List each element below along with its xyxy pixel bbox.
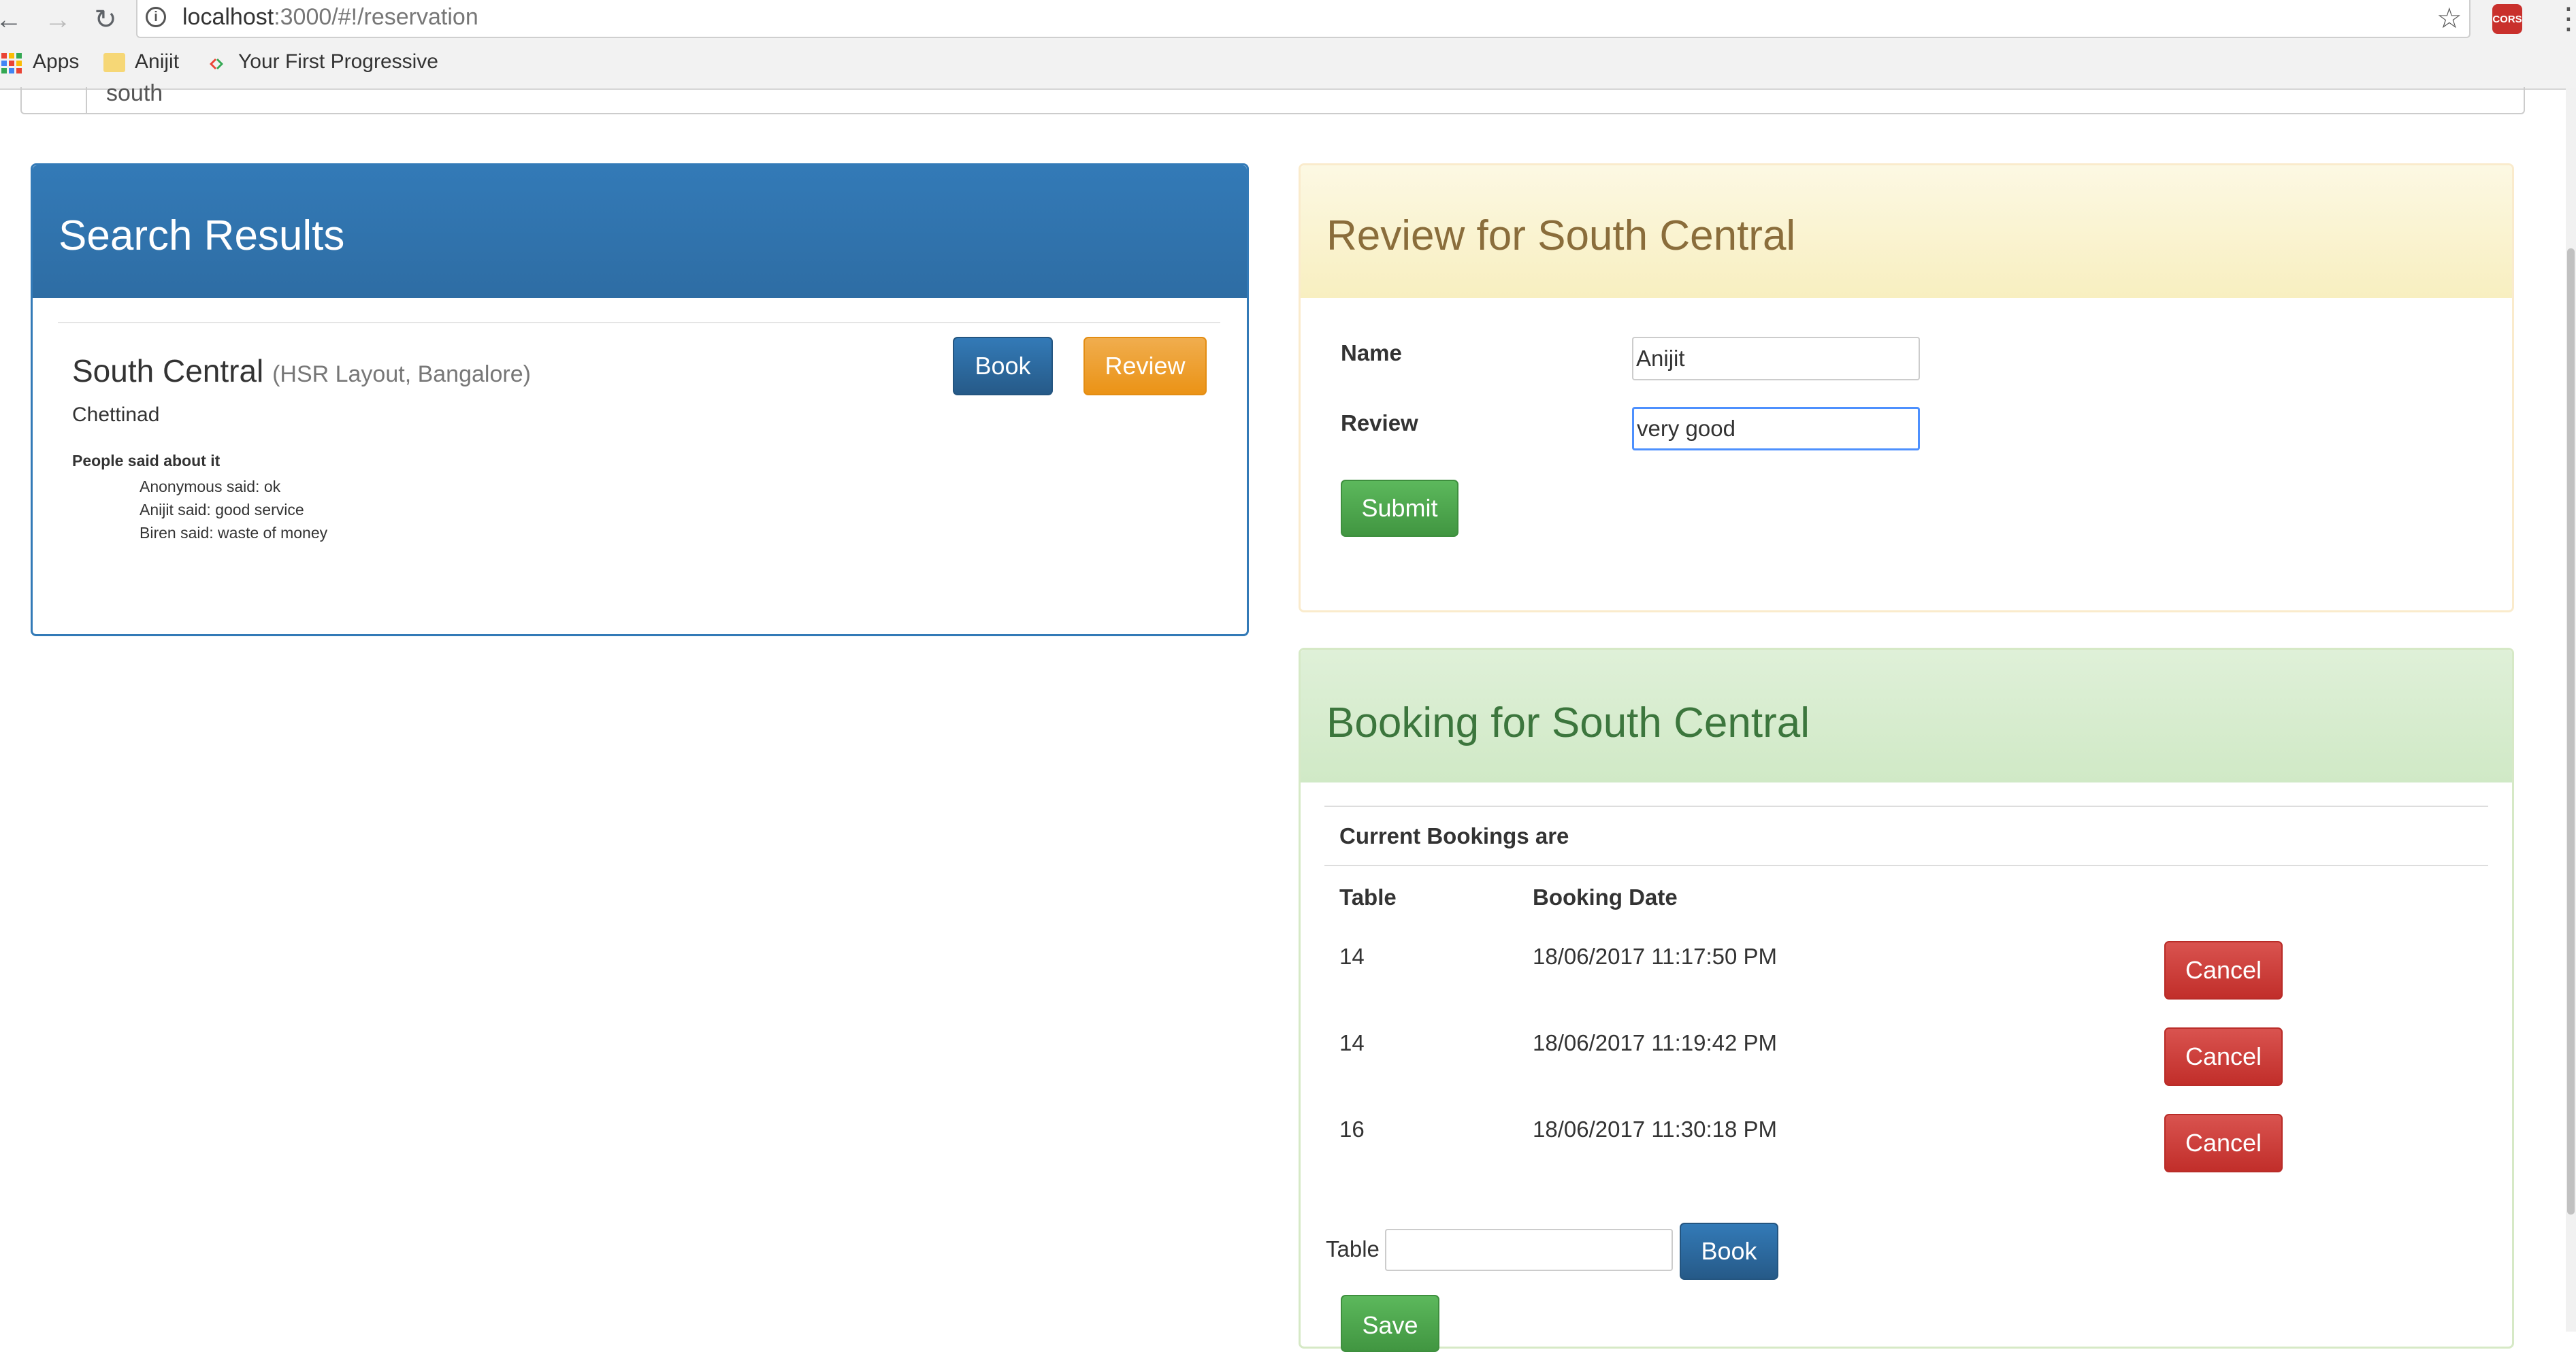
- book-button[interactable]: Book: [953, 337, 1053, 395]
- booking-date-cell: 18/06/2017 11:30:18 PM: [1533, 1117, 1778, 1142]
- apps-icon[interactable]: [1, 53, 22, 73]
- review-button[interactable]: Review: [1083, 337, 1207, 395]
- restaurant-cuisine: Chettinad: [72, 403, 160, 426]
- booking-date-cell: 18/06/2017 11:17:50 PM: [1533, 944, 1778, 969]
- booking-table-cell: 14: [1339, 1030, 1365, 1055]
- divider: [1324, 865, 2488, 866]
- review-item: Anonymous said: ok: [140, 478, 281, 495]
- restaurant-name-text: South Central: [72, 353, 264, 389]
- cors-extension-icon[interactable]: CORS: [2492, 4, 2522, 34]
- table-number-field[interactable]: [1385, 1229, 1673, 1271]
- booking-heading: Booking for South Central: [1301, 650, 2512, 782]
- url-path: :3000/#!/reservation: [274, 4, 478, 30]
- column-header-booking-date: Booking Date: [1533, 885, 1678, 910]
- name-field[interactable]: [1632, 337, 1920, 380]
- star-icon[interactable]: ☆: [2436, 1, 2462, 35]
- current-bookings-label: Current Bookings are: [1339, 823, 1569, 848]
- book-table-button[interactable]: Book: [1680, 1223, 1778, 1280]
- booking-table-cell: 14: [1339, 944, 1365, 969]
- results-divider: [58, 322, 1220, 323]
- scrollbar-thumb[interactable]: [2567, 248, 2575, 1215]
- search-icon: [20, 87, 87, 114]
- reload-icon[interactable]: ↻: [88, 3, 123, 37]
- booking-title: Booking for South Central: [1326, 699, 1810, 746]
- web-starter-icon: [210, 59, 223, 69]
- save-button[interactable]: Save: [1341, 1295, 1439, 1352]
- submit-button[interactable]: Submit: [1341, 480, 1458, 537]
- review-label: Review: [1341, 410, 1418, 435]
- table-label: Table: [1326, 1236, 1380, 1262]
- booking-table-cell: 16: [1339, 1117, 1365, 1142]
- url-text[interactable]: localhost:3000/#!/reservation: [182, 4, 478, 31]
- menu-icon[interactable]: ⋮: [2554, 1, 2576, 36]
- people-said-heading: People said about it: [72, 452, 221, 469]
- review-title: Review for South Central: [1326, 212, 1796, 259]
- url-host: localhost: [182, 4, 274, 30]
- info-icon[interactable]: i: [146, 7, 166, 27]
- review-item: Anijit said: good service: [140, 501, 304, 518]
- bookmark-apps[interactable]: Apps: [33, 50, 79, 73]
- address-bar[interactable]: [136, 0, 2471, 38]
- restaurant-name: South Central (HSR Layout, Bangalore): [72, 352, 531, 389]
- review-field[interactable]: [1632, 407, 1920, 450]
- cancel-booking-button[interactable]: Cancel: [2164, 1114, 2283, 1172]
- search-results-panel: Search Results: [31, 163, 1249, 636]
- folder-icon: [103, 53, 125, 72]
- search-results-title: Search Results: [59, 212, 345, 259]
- forward-icon[interactable]: →: [41, 3, 75, 37]
- search-value: south: [106, 80, 163, 106]
- search-results-heading: Search Results: [33, 165, 1247, 298]
- review-item: Biren said: waste of money: [140, 524, 328, 542]
- restaurant-location: (HSR Layout, Bangalore): [272, 361, 531, 387]
- bookmark-folder[interactable]: Anijit: [135, 50, 179, 73]
- bookmark-page[interactable]: Your First Progressive: [238, 50, 438, 73]
- cancel-booking-button[interactable]: Cancel: [2164, 941, 2283, 1000]
- review-panel: Review for South Central: [1299, 163, 2514, 612]
- name-label: Name: [1341, 340, 1402, 365]
- divider: [1324, 806, 2488, 807]
- booking-date-cell: 18/06/2017 11:19:42 PM: [1533, 1030, 1778, 1055]
- cancel-booking-button[interactable]: Cancel: [2164, 1027, 2283, 1086]
- back-icon[interactable]: ←: [0, 3, 26, 37]
- review-heading: Review for South Central: [1301, 165, 2512, 298]
- column-header-table: Table: [1339, 885, 1397, 910]
- search-input[interactable]: [20, 87, 2525, 114]
